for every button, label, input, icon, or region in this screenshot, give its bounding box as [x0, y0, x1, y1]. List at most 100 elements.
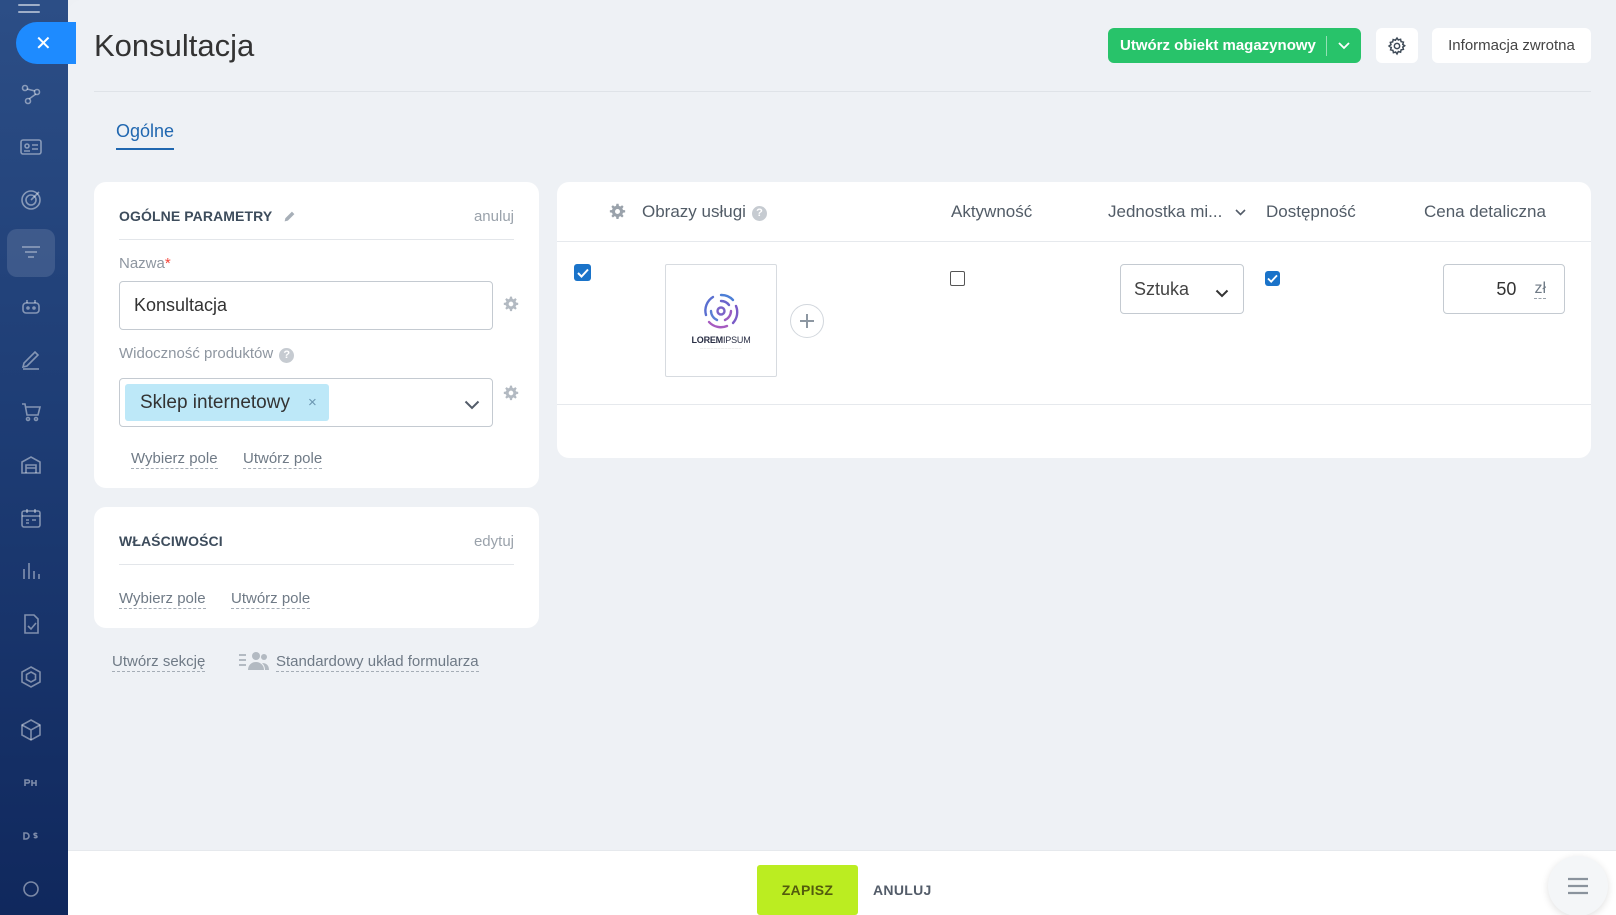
list-icon: [1568, 877, 1588, 895]
contact-card-icon: [20, 139, 42, 155]
availability-checkbox[interactable]: [1265, 271, 1280, 286]
column-settings-gear-icon[interactable]: [609, 203, 626, 225]
logo-wordmark: LOREMIPSUM: [691, 335, 750, 345]
row-select-checkbox[interactable]: [574, 264, 591, 281]
create-field-link[interactable]: Utwórz pole: [243, 450, 323, 469]
edit-section-link[interactable]: edytuj: [474, 533, 514, 550]
deals-icon: [21, 84, 41, 105]
nav-item-documents[interactable]: [7, 600, 55, 648]
retail-price-value: 50: [1496, 278, 1517, 299]
pencil-icon[interactable]: [283, 210, 296, 228]
bar-chart-icon: [23, 563, 40, 579]
cancel-edit-link[interactable]: anuluj: [474, 208, 514, 225]
help-icon[interactable]: ?: [279, 348, 295, 363]
nav-item-sign[interactable]: [7, 335, 55, 383]
visibility-tag: Sklep internetowy ×: [125, 384, 329, 421]
name-input[interactable]: Konsultacja: [119, 281, 493, 330]
nav-item-goals[interactable]: [7, 176, 55, 224]
column-header-activity[interactable]: Aktywność: [951, 202, 1032, 222]
properties-card: WŁAŚCIWOŚCI edytuj Wybierz pole Utwórz p…: [94, 507, 539, 628]
tab-general[interactable]: Ogólne: [116, 121, 175, 150]
unit-select-value: Sztuka: [1134, 278, 1190, 299]
card-header: OGÓLNE PARAMETRY anuluj: [119, 208, 514, 240]
create-section-link[interactable]: Utwórz sekcję: [112, 653, 206, 672]
section-title: OGÓLNE PARAMETRY: [119, 208, 273, 224]
list-menu-button[interactable]: [1548, 856, 1608, 915]
logo-bold: LOREM: [691, 335, 723, 345]
plus-icon: [800, 314, 814, 328]
close-icon: ✕: [35, 32, 52, 55]
help-icon[interactable]: ?: [751, 206, 767, 221]
nav-item-box[interactable]: [7, 706, 55, 754]
grid-row-divider: [557, 404, 1591, 405]
ph-badge-icon: [24, 779, 37, 786]
service-image-thumbnail[interactable]: LOREMIPSUM ————————————: [665, 264, 777, 377]
select-field-link[interactable]: Wybierz pole: [131, 450, 218, 469]
field-settings-gear-icon[interactable]: [503, 296, 519, 317]
nav-item-contacts[interactable]: [7, 123, 55, 171]
column-header-unit[interactable]: Jednostka mi...: [1108, 202, 1246, 222]
nav-item-ph[interactable]: [7, 759, 55, 807]
add-image-button[interactable]: [790, 304, 824, 338]
nav-item-calendar[interactable]: [7, 494, 55, 542]
nav-item-robots[interactable]: [7, 282, 55, 330]
calendar-icon: [21, 509, 41, 528]
product-grid-card: Obrazy usługi? Aktywność Jednostka mi...…: [557, 182, 1591, 458]
cube-icon: [21, 719, 41, 741]
feedback-button[interactable]: Informacja zwrotna: [1432, 28, 1591, 63]
column-header-images-label: Obrazy usługi: [642, 202, 746, 221]
section-title: WŁAŚCIWOŚCI: [119, 533, 223, 549]
unit-select[interactable]: Sztuka: [1120, 264, 1244, 314]
document-edit-icon: [24, 614, 39, 634]
chevron-down-icon: [1215, 282, 1229, 303]
activity-checkbox[interactable]: [950, 271, 965, 286]
remove-tag-icon[interactable]: ×: [308, 394, 317, 411]
logo-tagline-line: ————————————: [700, 346, 742, 350]
retail-price-input[interactable]: 50 zł: [1443, 264, 1565, 314]
gear-icon: [1387, 36, 1406, 55]
cancel-button[interactable]: ANULUJ: [873, 865, 932, 915]
menu-icon[interactable]: [18, 4, 40, 18]
visibility-label-text: Widoczność produktów: [119, 345, 274, 362]
nav-item-more[interactable]: [7, 865, 55, 913]
create-warehouse-object-button[interactable]: Utwórz obiekt magazynowy: [1108, 28, 1361, 63]
form-footer: ZAPISZ ANULUJ: [68, 850, 1616, 915]
nav-item-warehouse[interactable]: [7, 441, 55, 489]
save-button[interactable]: ZAPISZ: [757, 865, 858, 915]
nav-item-catalog[interactable]: [7, 229, 55, 277]
settings-button[interactable]: [1376, 28, 1418, 63]
funnel-icon: [22, 246, 40, 258]
standard-form-layout-link[interactable]: Standardowy układ formularza: [276, 653, 479, 672]
chevron-down-icon[interactable]: [464, 394, 480, 415]
chevron-down-icon[interactable]: [1327, 41, 1361, 50]
visibility-field-label: Widoczność produktów?: [119, 345, 295, 363]
robot-icon: [22, 300, 40, 314]
nav-item-shop[interactable]: [7, 388, 55, 436]
close-slider-button[interactable]: ✕: [16, 22, 76, 64]
currency-selector[interactable]: zł: [1534, 280, 1546, 299]
main-panel: Konsultacja Utwórz obiekt magazynowy Inf…: [68, 0, 1616, 915]
column-header-availability[interactable]: Dostępność: [1266, 202, 1356, 222]
grid-header-row: Obrazy usługi? Aktywność Jednostka mi...…: [557, 182, 1591, 242]
select-field-link[interactable]: Wybierz pole: [119, 590, 206, 609]
users-layout-icon: [238, 651, 270, 676]
visibility-tag-label: Sklep internetowy: [140, 391, 290, 413]
card-header: WŁAŚCIWOŚCI edytuj: [119, 533, 514, 565]
title-divider: [94, 91, 1591, 92]
warehouse-icon: [21, 456, 41, 474]
nav-item-analytics[interactable]: [7, 547, 55, 595]
nav-item-ds[interactable]: [7, 812, 55, 860]
column-header-retail-price[interactable]: Cena detaliczna: [1424, 202, 1546, 222]
ds-badge-icon: [23, 832, 38, 840]
left-nav-rail: ✕: [0, 0, 76, 915]
nav-item-hex[interactable]: [7, 653, 55, 701]
column-header-unit-label: Jednostka mi...: [1108, 202, 1223, 221]
circle-icon: [23, 881, 39, 897]
nav-item-deals[interactable]: [7, 70, 55, 118]
cart-icon: [22, 403, 42, 422]
target-icon: [21, 190, 41, 210]
required-asterisk: *: [164, 255, 171, 272]
visibility-select[interactable]: Sklep internetowy ×: [119, 378, 493, 427]
field-settings-gear-icon[interactable]: [503, 385, 519, 406]
create-field-link[interactable]: Utwórz pole: [231, 590, 311, 609]
